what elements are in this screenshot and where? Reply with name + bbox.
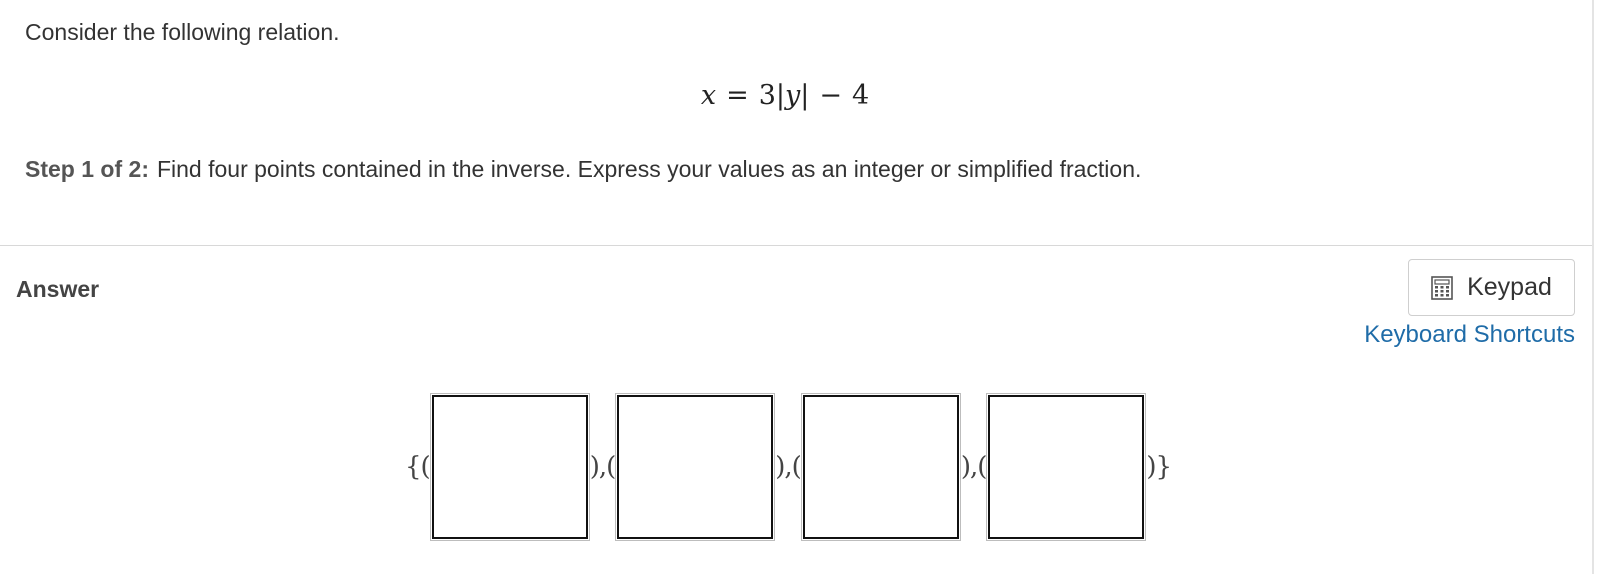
step-colon: : bbox=[141, 156, 149, 182]
answer-box-2[interactable] bbox=[615, 393, 776, 541]
answer-input-row: {( ),( ),( ),( )} bbox=[405, 393, 1172, 541]
equation-equals: = bbox=[726, 80, 749, 111]
calculator-icon bbox=[1431, 275, 1453, 300]
keypad-button[interactable]: Keypad bbox=[1408, 259, 1575, 316]
answer-title: Answer bbox=[16, 276, 100, 302]
equation-coefficient: 3 bbox=[758, 80, 776, 111]
equation-variable: y bbox=[784, 80, 801, 111]
equation-abs-open: | bbox=[775, 80, 785, 111]
step-text: Find four points contained in the invers… bbox=[156, 156, 1142, 182]
keyboard-shortcuts-link[interactable]: Keyboard Shortcuts bbox=[1364, 321, 1575, 349]
set-close-brace: )} bbox=[1146, 452, 1172, 482]
pair-separator-2: ),( bbox=[775, 452, 802, 482]
panel-right-border bbox=[1592, 0, 1594, 574]
pair-separator-3: ),( bbox=[960, 452, 988, 482]
pair-separator-1: ),( bbox=[589, 452, 617, 482]
step-label: Step 1 of 2 bbox=[25, 156, 142, 182]
answer-box-1[interactable] bbox=[429, 393, 590, 541]
step-instruction: Step 1 of 2: Find four points contained i… bbox=[25, 156, 1141, 183]
answer-box-4[interactable] bbox=[986, 393, 1147, 541]
set-open-brace: {( bbox=[405, 452, 431, 482]
equation-abs-close: | bbox=[800, 80, 810, 111]
question-intro: Consider the following relation. bbox=[25, 19, 340, 45]
relation-equation: x = 3|y| −4 bbox=[0, 80, 1570, 111]
question-panel: Consider the following relation. x = 3|y| −… bbox=[0, 0, 1593, 246]
answer-box-3[interactable] bbox=[800, 393, 961, 541]
keypad-label: Keypad bbox=[1467, 273, 1552, 301]
equation-constant: 4 bbox=[851, 80, 870, 111]
equation-lhs: x bbox=[700, 80, 717, 111]
equation-minus: − bbox=[819, 80, 842, 111]
